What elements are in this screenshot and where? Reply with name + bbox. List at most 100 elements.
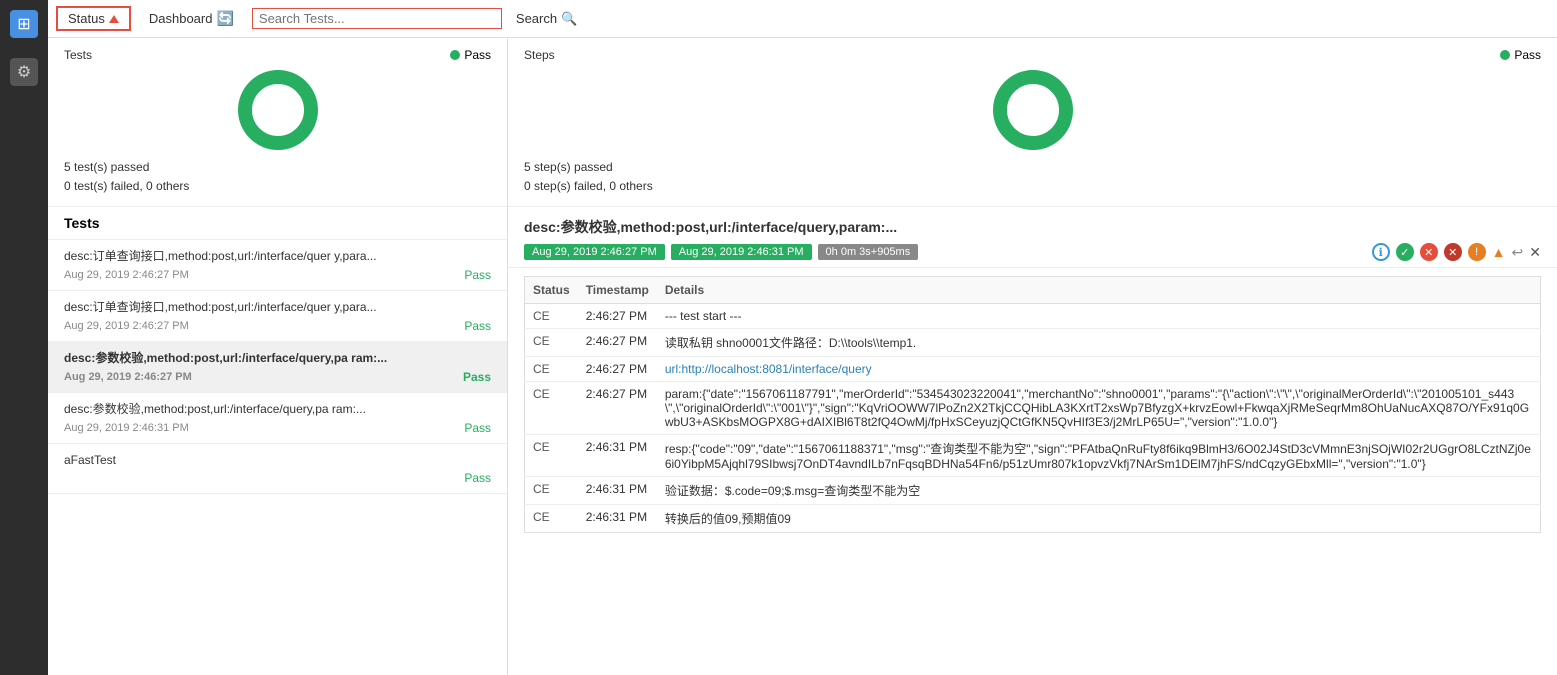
test-item[interactable]: desc:订单查询接口,method:post,url:/interface/q… — [48, 240, 507, 291]
content-area: Tests Pass 5 test(s) passed 0 test(s) fa… — [48, 38, 1557, 675]
check-icon[interactable]: ✓ — [1396, 243, 1414, 261]
row-details: 验证数据：$.code=09;$.msg=查询类型不能为空 — [657, 477, 1541, 505]
table-row: CE 2:46:27 PM 读取私钥 shno0001文件路径：D:\\tool… — [525, 329, 1541, 357]
test-item-meta: Aug 29, 2019 2:46:27 PM Pass — [64, 370, 491, 384]
row-details: 转换后的值09,预期值09 — [657, 505, 1541, 533]
detail-header: desc:参数校验,method:post,url:/interface/que… — [508, 207, 1557, 268]
sort-arrow-icon — [109, 15, 119, 23]
test-item-title: desc:参数校验,method:post,url:/interface/que… — [64, 401, 491, 418]
test-item-status: Pass — [464, 471, 491, 485]
triangle-icon[interactable]: ▲ — [1492, 244, 1506, 260]
steps-summary: Steps Pass 5 step(s) passed 0 step(s) fa… — [508, 38, 1557, 207]
row-status: CE — [533, 362, 570, 376]
test-item-status: Pass — [464, 268, 491, 282]
test-item-status: Pass — [464, 421, 491, 435]
sidebar-icon-settings[interactable]: ⚙ — [10, 58, 38, 86]
row-timestamp: 2:46:31 PM — [578, 435, 657, 477]
row-timestamp: 2:46:31 PM — [578, 505, 657, 533]
tests-pass-indicator: Pass — [450, 48, 491, 62]
table-row: CE 2:46:27 PM url:http://localhost:8081/… — [525, 357, 1541, 382]
sidebar-icon-grid[interactable]: ⊞ — [10, 10, 38, 38]
main-content: Status Dashboard 🔄 Search 🔍 Tests — [48, 0, 1557, 675]
left-summary: Tests Pass 5 test(s) passed 0 test(s) fa… — [48, 38, 507, 207]
url-link[interactable]: url:http://localhost:8081/interface/quer… — [665, 362, 872, 376]
x-dark-icon[interactable]: ✕ — [1444, 243, 1462, 261]
tests-donut-chart — [238, 70, 318, 150]
row-status: CE — [533, 334, 570, 348]
row-status: CE — [533, 387, 570, 401]
steps-stats: 5 step(s) passed 0 step(s) failed, 0 oth… — [524, 158, 653, 196]
col-status: Status — [525, 277, 578, 304]
row-timestamp: 2:46:27 PM — [578, 357, 657, 382]
table-row: CE 2:46:27 PM param:{"date":"15670611877… — [525, 382, 1541, 435]
test-item-time: Aug 29, 2019 2:46:27 PM — [64, 320, 189, 332]
test-item-meta: Aug 29, 2019 2:46:27 PM Pass — [64, 319, 491, 333]
col-timestamp: Timestamp — [578, 277, 657, 304]
test-item-time: Aug 29, 2019 2:46:31 PM — [64, 422, 189, 434]
detail-badges: Aug 29, 2019 2:46:27 PM Aug 29, 2019 2:4… — [524, 244, 918, 260]
table-row: CE 2:46:31 PM 验证数据：$.code=09;$.msg=查询类型不… — [525, 477, 1541, 505]
test-item[interactable]: desc:参数校验,method:post,url:/interface/que… — [48, 342, 507, 393]
row-status: CE — [533, 510, 570, 524]
tests-failed-count: 0 test(s) failed, 0 others — [64, 177, 189, 196]
table-row: CE 2:46:31 PM resp:{"code":"09","date":"… — [525, 435, 1541, 477]
detail-table: Status Timestamp Details CE 2:46:27 PM -… — [524, 276, 1541, 533]
steps-failed-count: 0 step(s) failed, 0 others — [524, 177, 653, 196]
x-red-icon[interactable]: ✕ — [1420, 243, 1438, 261]
status-tab[interactable]: Status — [56, 6, 131, 31]
badge-end: Aug 29, 2019 2:46:31 PM — [671, 244, 812, 260]
table-row: CE 2:46:27 PM --- test start --- — [525, 304, 1541, 329]
test-item-meta: Aug 29, 2019 2:46:27 PM Pass — [64, 268, 491, 282]
tests-stats: 5 test(s) passed 0 test(s) failed, 0 oth… — [64, 158, 189, 196]
row-details: url:http://localhost:8081/interface/quer… — [657, 357, 1541, 382]
dashboard-tab-label: Dashboard — [149, 11, 213, 26]
detail-table-container: Status Timestamp Details CE 2:46:27 PM -… — [508, 268, 1557, 675]
tests-pass-dot — [450, 50, 460, 60]
col-details: Details — [657, 277, 1541, 304]
row-timestamp: 2:46:31 PM — [578, 477, 657, 505]
row-details: param:{"date":"1567061187791","merOrderI… — [657, 382, 1541, 435]
search-button[interactable]: Search 🔍 — [510, 9, 583, 29]
info-icon[interactable]: ℹ — [1372, 243, 1390, 261]
steps-summary-block: Steps Pass 5 step(s) passed 0 step(s) fa… — [524, 48, 1541, 196]
test-item-meta: Pass — [64, 471, 491, 485]
row-details: 读取私钥 shno0001文件路径：D:\\tools\\temp1. — [657, 329, 1541, 357]
test-item-time: Aug 29, 2019 2:46:27 PM — [64, 269, 189, 281]
left-panel: Tests Pass 5 test(s) passed 0 test(s) fa… — [48, 38, 508, 675]
row-status: CE — [533, 440, 570, 454]
row-timestamp: 2:46:27 PM — [578, 329, 657, 357]
test-list: desc:订单查询接口,method:post,url:/interface/q… — [48, 240, 507, 675]
row-status: CE — [533, 309, 570, 323]
test-item[interactable]: desc:订单查询接口,method:post,url:/interface/q… — [48, 291, 507, 342]
row-details: resp:{"code":"09","date":"1567061188371"… — [657, 435, 1541, 477]
search-button-label: Search — [516, 11, 557, 26]
tests-label: Tests — [64, 48, 92, 62]
test-item-status: Pass — [463, 370, 491, 384]
steps-label: Steps — [524, 48, 555, 62]
right-panel: Steps Pass 5 step(s) passed 0 step(s) fa… — [508, 38, 1557, 675]
dashboard-tab[interactable]: Dashboard 🔄 — [139, 7, 244, 30]
steps-pass-indicator: Pass — [1500, 48, 1541, 62]
badge-start: Aug 29, 2019 2:46:27 PM — [524, 244, 665, 260]
test-item-title: desc:订单查询接口,method:post,url:/interface/q… — [64, 299, 491, 316]
test-item-title: desc:订单查询接口,method:post,url:/interface/q… — [64, 248, 491, 265]
row-timestamp: 2:46:27 PM — [578, 304, 657, 329]
test-item-title: desc:参数校验,method:post,url:/interface/que… — [64, 350, 491, 367]
test-item-status: Pass — [464, 319, 491, 333]
warn-icon[interactable]: ! — [1468, 243, 1486, 261]
dashboard-icon: 🔄 — [216, 10, 233, 27]
search-container — [252, 8, 502, 29]
detail-title: desc:参数校验,method:post,url:/interface/que… — [524, 217, 1541, 237]
test-list-header: Tests — [48, 207, 507, 240]
test-item-meta: Aug 29, 2019 2:46:31 PM Pass — [64, 421, 491, 435]
search-input[interactable] — [259, 11, 439, 26]
tests-summary-block: Tests Pass 5 test(s) passed 0 test(s) fa… — [64, 48, 491, 196]
test-item[interactable]: desc:参数校验,method:post,url:/interface/que… — [48, 393, 507, 444]
test-item[interactable]: aFastTest Pass — [48, 444, 507, 495]
close-icon[interactable]: ✕ — [1529, 244, 1541, 261]
status-tab-label: Status — [68, 11, 105, 26]
undo-icon[interactable]: ↩ — [1512, 244, 1524, 261]
steps-passed-count: 5 step(s) passed — [524, 158, 653, 177]
steps-donut-chart — [993, 70, 1073, 150]
table-row: CE 2:46:31 PM 转换后的值09,预期值09 — [525, 505, 1541, 533]
